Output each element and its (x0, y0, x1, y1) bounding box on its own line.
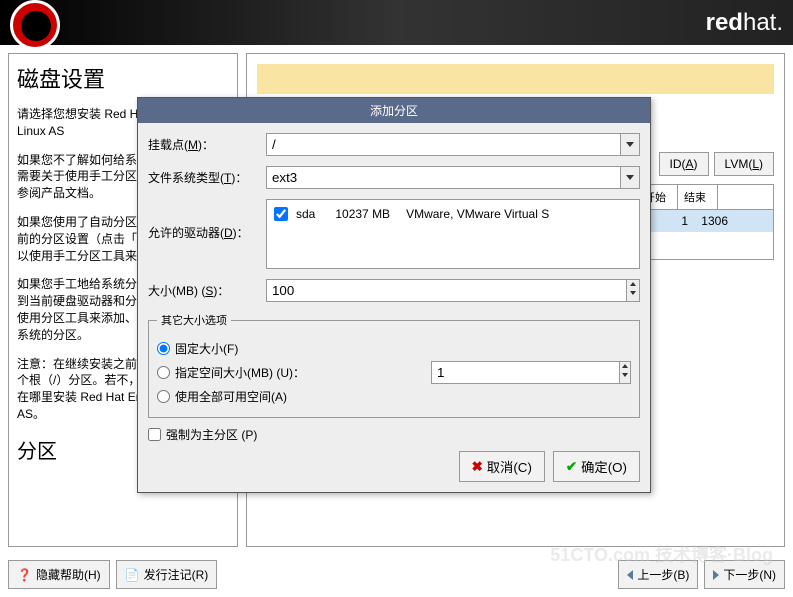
chevron-down-icon (626, 175, 634, 180)
disk-visual (257, 64, 774, 94)
th-end: 结束 (678, 185, 718, 209)
mount-label: 挂载点(M)： (148, 136, 258, 153)
next-button[interactable]: 下一步(N) (704, 560, 785, 589)
chevron-down-icon (630, 291, 636, 295)
help-title: 磁盘设置 (17, 62, 229, 94)
doc-icon: 📄 (125, 568, 140, 582)
drive-checkbox[interactable] (274, 207, 288, 221)
fill-radio[interactable] (157, 366, 170, 379)
drive-desc: VMware, VMware Virtual S (406, 207, 549, 221)
fill-input[interactable] (431, 361, 619, 384)
redhat-logo-icon (10, 0, 60, 50)
release-notes-button[interactable]: 📄 发行注记(R) (116, 560, 218, 589)
raid-button[interactable]: ID(A) (659, 152, 709, 176)
help-icon: ❓ (17, 568, 32, 582)
drive-item[interactable]: sda 10237 MB VMware, VMware Virtual S (272, 205, 634, 223)
size-options-fieldset: 其它大小选项 固定大小(F) 指定空间大小(MB) (U)： 使用全部可用 (148, 312, 640, 418)
chevron-down-icon (622, 373, 628, 377)
fs-label: 文件系统类型(T)： (148, 169, 258, 186)
drive-row: 允许的驱动器(D)： sda 10237 MB VMware, VMware V… (148, 199, 640, 269)
dialog-body: 挂载点(M)： 文件系统类型(T)： 允许的驱动器(D)： sda 10237 … (138, 123, 650, 492)
fill-up-btn[interactable] (620, 362, 630, 371)
mount-dropdown-btn[interactable] (620, 133, 640, 156)
fixed-label: 固定大小(F) (175, 340, 238, 357)
back-button[interactable]: 上一步(B) (618, 560, 698, 589)
fill-label: 指定空间大小(MB) (U)： (175, 364, 305, 381)
fieldset-legend: 其它大小选项 (157, 312, 231, 328)
size-label: 大小(MB) (S)： (148, 282, 258, 299)
cell-c2: 1 (658, 214, 688, 228)
ok-button[interactable]: ✔ 确定(O) (553, 451, 640, 482)
fs-dropdown-btn[interactable] (620, 166, 640, 189)
next-label: 下一步(N) (723, 566, 776, 583)
primary-checkbox[interactable] (148, 428, 161, 441)
drive-list[interactable]: sda 10237 MB VMware, VMware Virtual S (266, 199, 640, 269)
th-spacer2 (718, 185, 773, 209)
drive-size: 10237 MB (335, 207, 390, 221)
cancel-button[interactable]: ✖ 取消(C) (459, 451, 545, 482)
fixed-radio[interactable] (157, 342, 170, 355)
fill-down-btn[interactable] (620, 371, 630, 380)
cancel-label: 取消(C) (487, 457, 532, 476)
arrow-left-icon (627, 570, 633, 580)
fs-row: 文件系统类型(T)： (148, 166, 640, 189)
footer-left: ❓ 隐藏帮助(H) 📄 发行注记(R) (8, 560, 217, 589)
size-spinner (266, 279, 640, 302)
all-row: 使用全部可用空间(A) (157, 388, 631, 405)
drive-label: 允许的驱动器(D)： (148, 199, 258, 241)
dialog-title: 添加分区 (138, 98, 650, 123)
dialog-buttons: ✖ 取消(C) ✔ 确定(O) (148, 451, 640, 482)
hide-help-button[interactable]: ❓ 隐藏帮助(H) (8, 560, 110, 589)
back-label: 上一步(B) (637, 566, 689, 583)
fs-combo (266, 166, 640, 189)
primary-row: 强制为主分区 (P) (148, 426, 640, 443)
mount-row: 挂载点(M)： (148, 133, 640, 156)
chevron-up-icon (630, 282, 636, 286)
size-up-btn[interactable] (627, 280, 639, 289)
primary-label: 强制为主分区 (P) (166, 426, 257, 443)
footer-right: 上一步(B) 下一步(N) (618, 560, 785, 589)
add-partition-dialog: 添加分区 挂载点(M)： 文件系统类型(T)： 允许的驱动器(D)： sda (137, 97, 651, 493)
size-down-btn[interactable] (627, 289, 639, 298)
all-label: 使用全部可用空间(A) (175, 388, 287, 405)
size-row: 大小(MB) (S)： (148, 279, 640, 302)
cancel-icon: ✖ (472, 459, 483, 475)
lvm-button[interactable]: LVM(L) (714, 152, 774, 176)
chevron-down-icon (626, 142, 634, 147)
fill-row: 指定空间大小(MB) (U)： (157, 361, 631, 384)
ok-label: 确定(O) (581, 457, 627, 476)
drive-name: sda (296, 207, 315, 221)
fixed-row: 固定大小(F) (157, 340, 631, 357)
ok-icon: ✔ (566, 459, 577, 475)
all-radio[interactable] (157, 390, 170, 403)
fill-spinner (431, 361, 631, 384)
size-spinner-btns (626, 279, 640, 302)
fs-input[interactable] (266, 166, 620, 189)
footer: ❓ 隐藏帮助(H) 📄 发行注记(R) 上一步(B) 下一步(N) (8, 560, 785, 589)
fill-spinner-btns (619, 361, 631, 384)
brand-text: redhat. (706, 9, 783, 37)
header-bar: redhat. (0, 0, 793, 45)
chevron-up-icon (622, 364, 628, 368)
size-input[interactable] (266, 279, 626, 302)
cell-c3: 1306 (688, 214, 728, 228)
mount-combo (266, 133, 640, 156)
hide-help-label: 隐藏帮助(H) (36, 566, 101, 583)
release-label: 发行注记(R) (144, 566, 209, 583)
mount-input[interactable] (266, 133, 620, 156)
arrow-right-icon (713, 570, 719, 580)
